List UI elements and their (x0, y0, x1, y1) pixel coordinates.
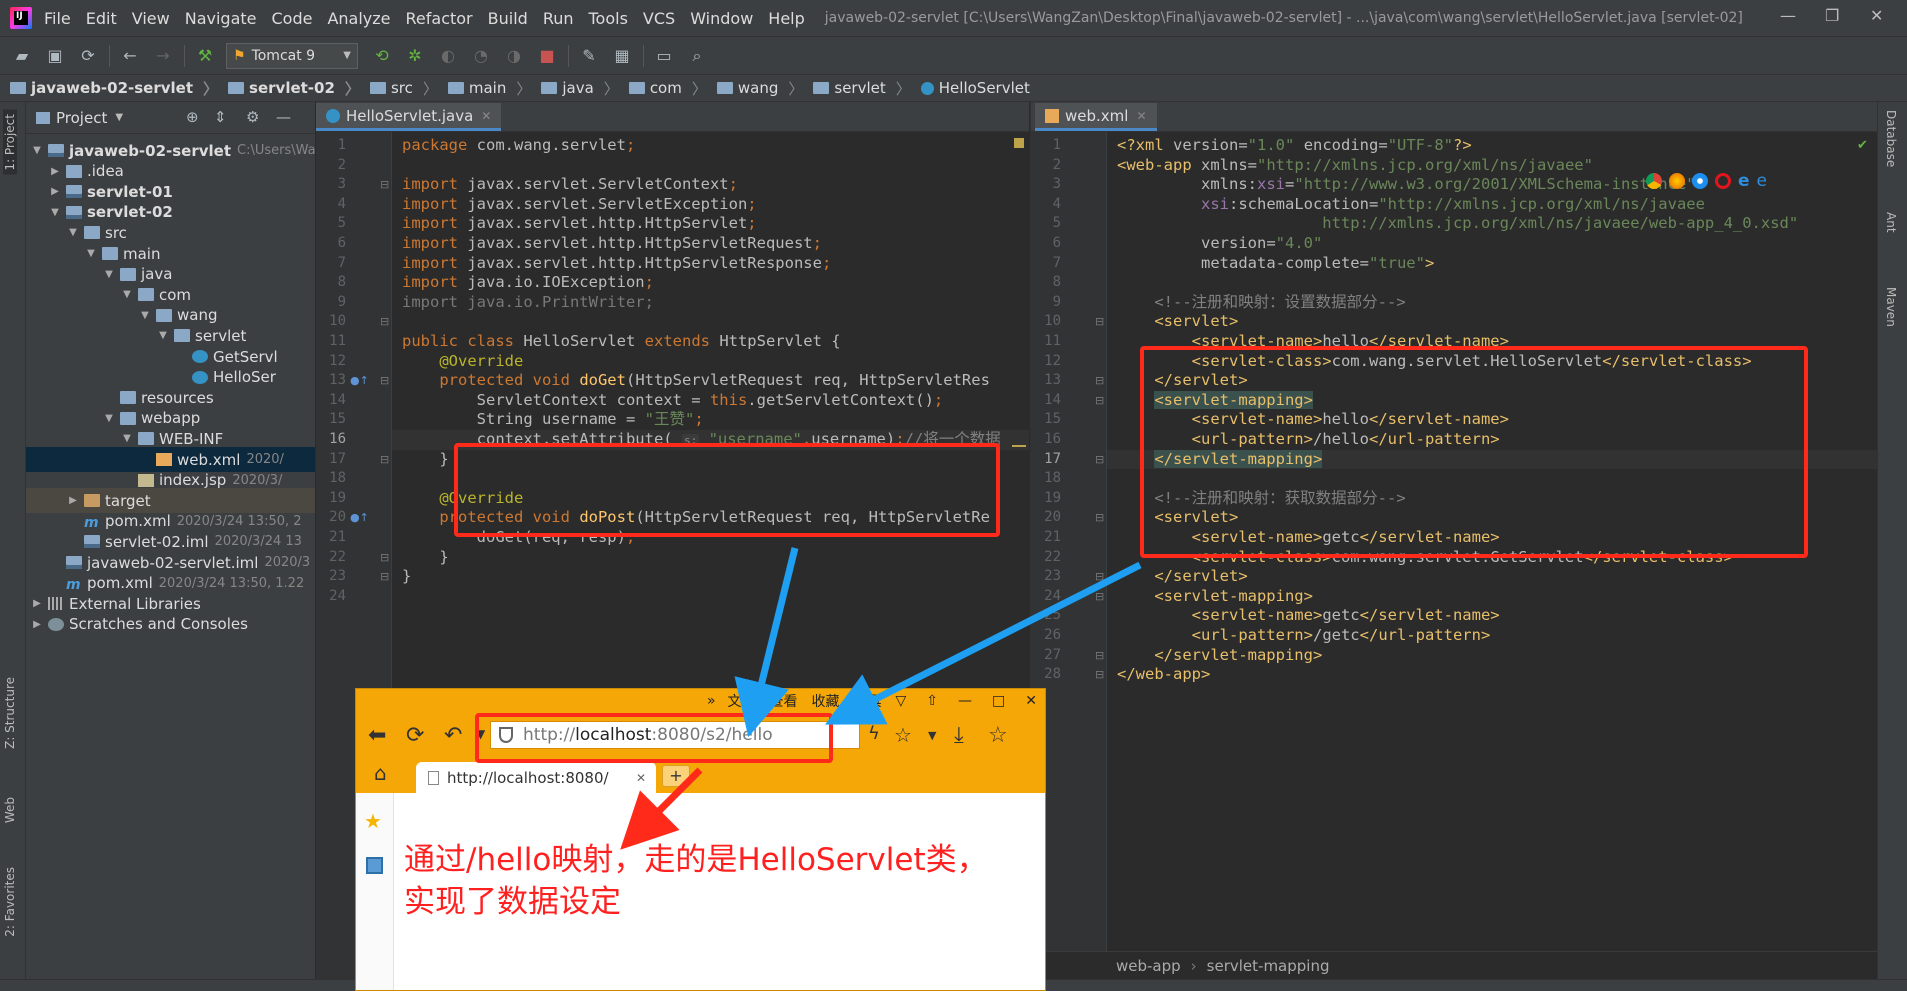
arrow-xml-to-url (825, 561, 1142, 725)
arrow-url-to-text (620, 767, 703, 850)
arrow-java-to-url (734, 547, 799, 738)
annotation-arrows (620, 547, 1142, 850)
